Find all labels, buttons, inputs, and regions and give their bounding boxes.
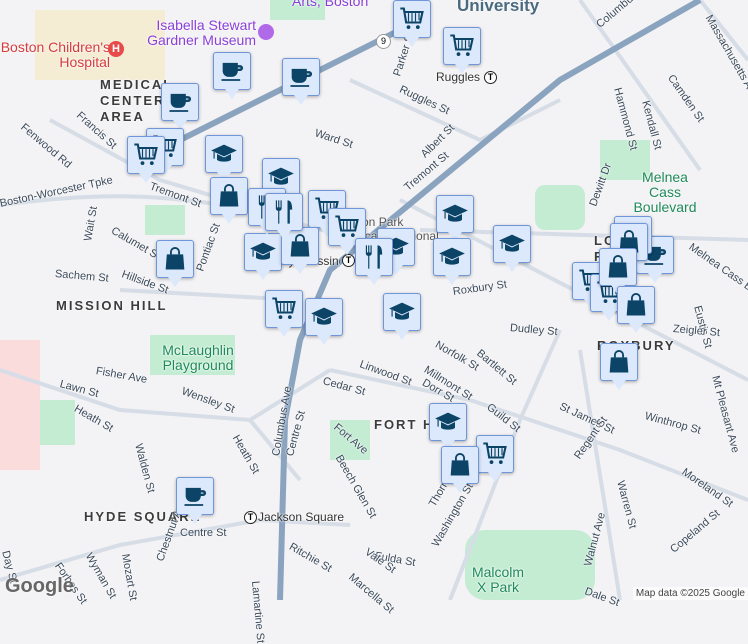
coffee-icon <box>287 63 315 91</box>
route-shield: 9 <box>376 34 391 49</box>
school-icon <box>441 200 469 228</box>
cart-marker[interactable] <box>127 136 165 183</box>
school-marker[interactable] <box>436 195 474 242</box>
map-attribution: Map data ©2025 Google <box>632 587 748 600</box>
shopping-marker[interactable] <box>617 286 655 333</box>
shopping-marker[interactable] <box>210 177 248 224</box>
school-icon <box>388 298 416 326</box>
transit-icon: T <box>244 511 257 524</box>
transit-icon: T <box>342 254 355 267</box>
shopping-icon <box>446 451 474 479</box>
shopping-marker[interactable] <box>599 248 637 295</box>
school-icon <box>210 140 238 168</box>
cart-marker[interactable] <box>443 27 481 74</box>
school-marker[interactable] <box>383 293 421 340</box>
school-marker[interactable] <box>305 298 343 345</box>
school-icon <box>434 408 462 436</box>
shopping-icon <box>622 291 650 319</box>
university-label[interactable]: University <box>457 0 539 16</box>
coffee-icon <box>181 482 209 510</box>
school-icon <box>310 303 338 331</box>
school-marker[interactable] <box>429 403 467 450</box>
shopping-icon <box>604 253 632 281</box>
shopping-marker[interactable] <box>156 240 194 287</box>
school-marker[interactable] <box>493 225 531 272</box>
museum-label[interactable]: Arts, Boston <box>292 0 368 9</box>
school-icon <box>498 230 526 258</box>
coffee-marker[interactable] <box>282 58 320 105</box>
school-marker[interactable] <box>205 135 243 182</box>
shopping-marker[interactable] <box>441 446 479 493</box>
coffee-icon <box>218 57 246 85</box>
restaurant-icon <box>270 198 298 226</box>
museum-label[interactable]: Isabella Stewart Gardner Museum <box>146 18 256 48</box>
shopping-icon <box>605 348 633 376</box>
street-label: Centre St <box>180 527 227 539</box>
neighborhood-label: MISSION HILL <box>56 298 168 313</box>
cart-icon <box>270 295 298 323</box>
cart-icon <box>333 213 361 241</box>
shopping-icon <box>161 245 189 273</box>
station-label[interactable]: Jackson Square <box>258 510 344 524</box>
cart-icon <box>398 5 426 33</box>
cart-icon <box>448 32 476 60</box>
coffee-marker[interactable] <box>161 83 199 130</box>
cart-icon <box>132 141 160 169</box>
hospital-icon: H <box>108 41 124 57</box>
shopping-marker[interactable] <box>600 343 638 390</box>
coffee-marker[interactable] <box>213 52 251 99</box>
coffee-marker[interactable] <box>176 477 214 524</box>
transit-icon: T <box>484 71 497 84</box>
restaurant-marker[interactable] <box>265 193 303 240</box>
museum-icon <box>258 24 274 40</box>
school-marker[interactable] <box>433 238 471 285</box>
coffee-icon <box>166 88 194 116</box>
school-icon <box>438 243 466 271</box>
park-label[interactable]: Melnea Cass Boulevard <box>625 170 705 215</box>
restaurant-marker[interactable] <box>355 238 393 285</box>
school-icon <box>249 238 277 266</box>
school-icon <box>267 163 295 191</box>
shopping-icon <box>215 182 243 210</box>
restaurant-icon <box>360 243 388 271</box>
cart-marker[interactable] <box>265 290 303 337</box>
cart-marker[interactable] <box>476 435 514 482</box>
cart-icon <box>481 440 509 468</box>
park-label[interactable]: Malcolm X Park <box>468 565 528 595</box>
google-logo: Google <box>5 575 74 597</box>
park-label[interactable]: McLaughlin Playground <box>158 343 238 373</box>
cart-marker[interactable] <box>393 0 431 47</box>
hospital-label[interactable]: Boston Children's Hospital <box>0 40 110 70</box>
